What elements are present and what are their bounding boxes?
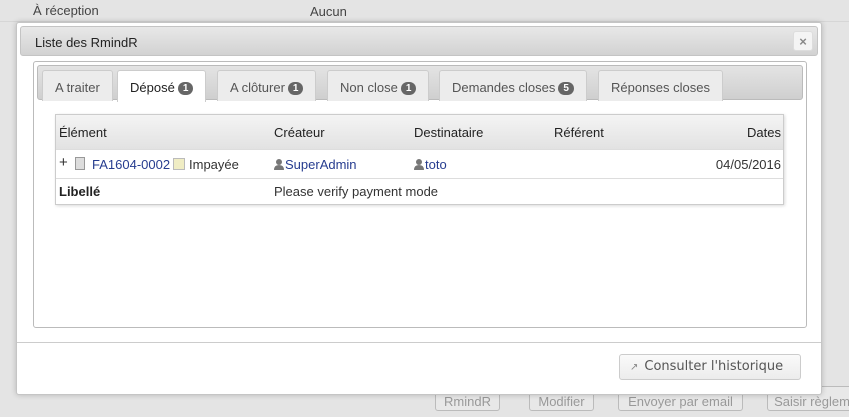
label-title: Libellé	[59, 184, 101, 199]
user-icon	[414, 159, 424, 170]
close-icon[interactable]: ×	[793, 31, 813, 51]
label-text: Please verify payment mode	[274, 184, 439, 199]
count-badge: 5	[558, 82, 574, 95]
tab-a-cloturer[interactable]: A clôturer 1	[217, 70, 317, 101]
creator-link[interactable]: SuperAdmin	[285, 157, 357, 172]
tab-label: Réponses closes	[611, 80, 710, 95]
recipient-link[interactable]: toto	[425, 157, 447, 172]
count-badge: 1	[177, 82, 194, 95]
tab-label: Non close	[340, 80, 398, 95]
status-text: Impayée	[189, 157, 239, 172]
tab-non-close[interactable]: Non close 1	[327, 70, 430, 101]
dialog-titlebar[interactable]: Liste des RmindR ×	[20, 26, 818, 56]
date-cell: 04/05/2016	[715, 157, 781, 172]
footer-divider	[17, 342, 821, 343]
status-icon	[173, 158, 185, 170]
header-recipient: Destinataire	[414, 125, 484, 140]
creator-cell: SuperAdmin	[274, 157, 357, 172]
tabs-container: A traiter Déposé 1 A clôturer 1 Non close 1…	[33, 61, 807, 328]
user-icon	[274, 159, 284, 170]
external-link-icon: ↗	[630, 362, 639, 373]
header-creator: Créateur	[274, 125, 325, 140]
tab-label: Déposé	[130, 80, 175, 95]
table-header: Élément Créateur Destinataire Référent D…	[56, 115, 783, 150]
tab-reponses-closes[interactable]: Réponses closes	[598, 70, 723, 101]
table-row: + FA1604-0002 Impayée SuperAdmin toto 04…	[56, 150, 783, 179]
count-badge: 1	[287, 82, 304, 95]
field-value: Aucun	[310, 4, 347, 19]
expand-icon[interactable]: +	[59, 154, 68, 171]
rmindr-table: Élément Créateur Destinataire Référent D…	[55, 114, 784, 205]
dialog-title: Liste des RmindR	[35, 35, 138, 50]
tab-depose[interactable]: Déposé 1	[117, 70, 207, 102]
count-badge: 1	[400, 82, 417, 95]
tab-demandes-closes[interactable]: Demandes closes 5	[439, 70, 587, 101]
header-referent: Référent	[554, 125, 604, 140]
recipient-cell: toto	[414, 157, 447, 172]
header-element: Élément	[59, 125, 107, 140]
invoice-icon	[75, 157, 85, 170]
background-row: À réception Aucun	[0, 0, 849, 22]
history-label: Consulter l'historique	[644, 359, 784, 374]
table-label-row: Libellé Please verify payment mode	[56, 179, 783, 204]
tab-label: Demandes closes	[452, 80, 556, 95]
tab-a-traiter[interactable]: A traiter	[42, 70, 113, 101]
tab-bar: A traiter Déposé 1 A clôturer 1 Non close 1…	[37, 65, 803, 102]
invoice-link[interactable]: FA1604-0002	[92, 157, 170, 172]
header-dates: Dates	[747, 125, 781, 140]
history-button[interactable]: ↗ Consulter l'historique	[619, 354, 801, 380]
rmindr-dialog: Liste des RmindR × A traiter Déposé 1 A c…	[16, 22, 822, 395]
field-label: À réception	[33, 3, 99, 18]
tab-label: A traiter	[55, 80, 100, 95]
tab-label: A clôturer	[230, 80, 285, 95]
